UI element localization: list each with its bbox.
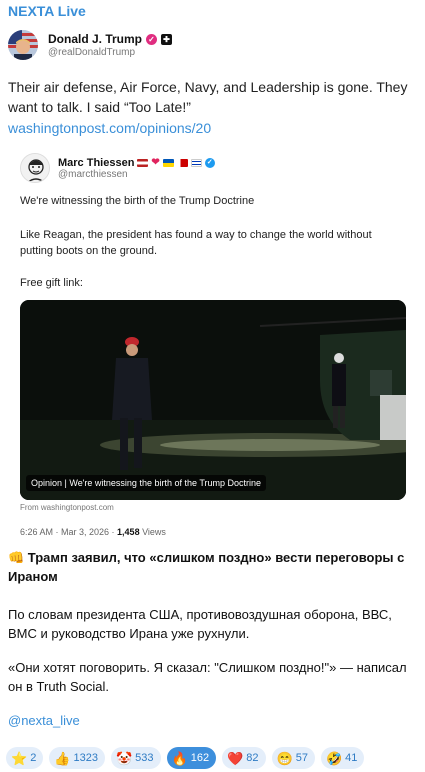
reaction-count: 2	[30, 752, 37, 764]
taiwan-flag-icon	[176, 158, 188, 167]
reaction-grin[interactable]: 😁 57	[271, 747, 315, 769]
reaction-count: 1323	[73, 752, 98, 764]
reaction-count: 57	[295, 752, 308, 764]
post-link[interactable]: washingtonpost.com/opinions/20	[8, 120, 211, 136]
clown-icon: 🤡	[115, 750, 133, 766]
reaction-heart[interactable]: ❤️ 82	[222, 747, 266, 769]
channel-title[interactable]: NEXTA Live	[8, 3, 86, 19]
quoted-tweet[interactable]: Marc Thiessen ❤ ✓ @marcthiessen We're wi…	[8, 147, 418, 543]
views-count: 1,458	[117, 527, 140, 537]
verified-badge-icon: ✓	[146, 33, 158, 45]
reaction-count: 162	[190, 752, 210, 764]
quote-author-name[interactable]: Marc Thiessen	[58, 157, 134, 169]
reaction-star[interactable]: ⭐ 2	[6, 747, 44, 769]
grin-icon: 😁	[276, 750, 293, 766]
reaction-count: 41	[345, 752, 358, 764]
square-badge-icon: ✚	[161, 33, 173, 45]
tweet-meta: 6:26 AM · Mar 3, 2026 · 1,458 Views	[20, 527, 166, 537]
message-paragraph-1: По словам президента США, противовоздушн…	[8, 607, 392, 641]
heart-icon: ❤️	[227, 750, 244, 766]
channel-tag-link[interactable]: @nexta_live	[8, 711, 413, 730]
views-label: Views	[139, 527, 166, 537]
ukraine-flag-icon	[162, 158, 174, 167]
post-author-name[interactable]: Donald J. Trump	[48, 32, 142, 46]
reaction-thumbs-up[interactable]: 👍 1323	[49, 747, 105, 769]
fire-icon: 🔥	[171, 750, 188, 766]
message-paragraph-2: «Они хотят поговорить. Я сказал: "Слишко…	[8, 660, 407, 694]
post-author-handle[interactable]: @realDonaldTrump	[48, 47, 172, 58]
thiessen-avatar[interactable]	[20, 153, 50, 183]
post-author-header: Donald J. Trump ✓ ✚ @realDonaldTrump	[8, 27, 173, 63]
star-icon: ⭐	[11, 750, 28, 766]
rofl-icon: 🤣	[325, 750, 343, 766]
thumbs-up-icon: 👍	[54, 750, 71, 766]
quote-line-2: Like Reagan, the president has found a w…	[20, 229, 372, 257]
message-title: 👊 Трамп заявил, что «слишком поздно» вес…	[8, 550, 405, 584]
heart-icon: ❤	[151, 157, 160, 168]
quote-author-handle[interactable]: @marcthiessen	[58, 169, 215, 180]
tweet-timestamp: 6:26 AM · Mar 3, 2026 ·	[20, 527, 118, 537]
reaction-count: 82	[246, 752, 259, 764]
verified-check-icon: ✓	[204, 157, 215, 168]
article-preview-image[interactable]: Opinion | We're witnessing the birth of …	[20, 300, 406, 500]
reaction-rofl[interactable]: 🤣 41	[320, 747, 365, 769]
reaction-count: 533	[135, 752, 154, 764]
quote-line-1: We're witnessing the birth of the Trump …	[20, 195, 255, 207]
us-flag-icon	[137, 158, 149, 167]
article-source: From washingtonpost.com	[20, 503, 114, 512]
trump-avatar[interactable]	[8, 30, 38, 60]
reactions-bar: ⭐ 2 👍 1323 🤡 533 🔥 162 ❤️ 82 😁 57 🤣 41	[6, 747, 365, 769]
reaction-clown[interactable]: 🤡 533	[110, 747, 161, 769]
reaction-fire[interactable]: 🔥 162	[166, 747, 217, 769]
post-text: Their air defense, Air Force, Navy, and …	[8, 79, 408, 115]
quote-line-3: Free gift link:	[20, 277, 83, 289]
article-caption: Opinion | We're witnessing the birth of …	[26, 475, 266, 491]
israel-flag-icon	[190, 158, 202, 167]
